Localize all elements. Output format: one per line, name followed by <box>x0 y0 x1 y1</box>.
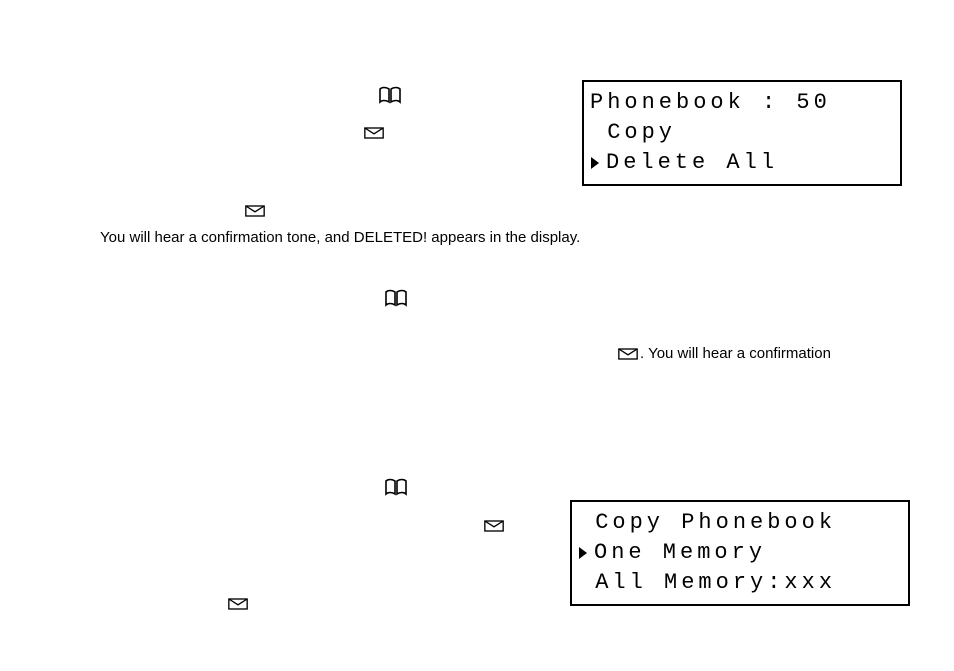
instruction-text: You will hear a confirmation tone, and D… <box>100 229 580 246</box>
lcd-line: Delete All <box>590 148 894 178</box>
envelope-icon <box>245 205 265 217</box>
envelope-icon <box>228 598 248 610</box>
lcd-line: Copy <box>590 118 894 148</box>
cursor-icon <box>578 546 588 560</box>
lcd-line: All Memory:xxx <box>578 568 902 598</box>
lcd-text: One Memory <box>594 538 766 568</box>
cursor-icon <box>590 156 600 170</box>
book-icon <box>384 289 408 307</box>
instruction-text: . You will hear a confirmation <box>640 345 831 362</box>
lcd-display-delete-all: Phonebook : 50 Copy Delete All <box>582 80 902 186</box>
envelope-icon <box>484 520 504 532</box>
book-icon <box>384 478 408 496</box>
lcd-line: Phonebook : 50 <box>590 88 894 118</box>
lcd-text: Phonebook : 50 <box>590 88 831 118</box>
lcd-text: Copy <box>590 118 676 148</box>
lcd-text: Copy Phonebook <box>578 508 836 538</box>
book-icon <box>378 86 402 104</box>
envelope-icon <box>364 127 384 139</box>
lcd-text: All Memory:xxx <box>578 568 836 598</box>
lcd-display-copy-phonebook: Copy Phonebook One Memory All Memory:xxx <box>570 500 910 606</box>
lcd-line: One Memory <box>578 538 902 568</box>
lcd-line: Copy Phonebook <box>578 508 902 538</box>
lcd-text: Delete All <box>606 148 778 178</box>
envelope-icon <box>618 348 638 360</box>
